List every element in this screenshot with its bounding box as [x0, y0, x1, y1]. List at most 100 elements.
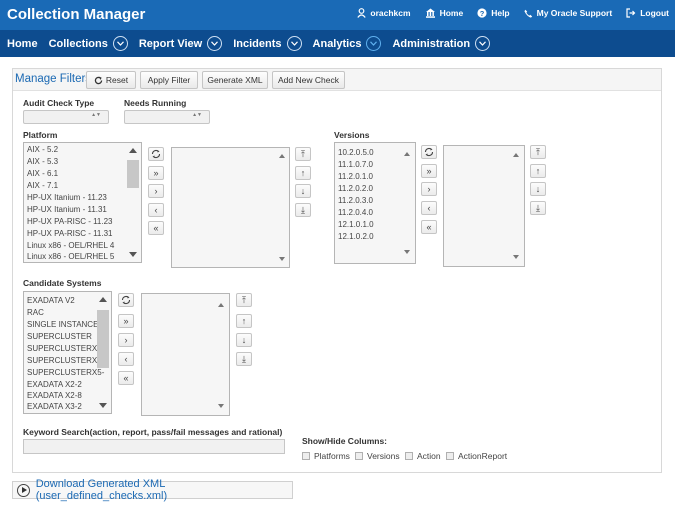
- download-xml-section[interactable]: Download Generated XML (user_defined_che…: [12, 478, 293, 502]
- list-item[interactable]: 11.2.0.1.0: [338, 172, 373, 182]
- nav-collections[interactable]: Collections: [49, 36, 128, 51]
- move-down-button[interactable]: ↓: [295, 184, 311, 198]
- keyword-search-input[interactable]: [23, 439, 285, 454]
- needs-running-select[interactable]: ▲▼: [124, 110, 210, 124]
- scroll-up-icon[interactable]: [404, 152, 410, 156]
- column-toggle-action[interactable]: Action: [405, 451, 441, 461]
- audit-check-type-select[interactable]: ▲▼: [23, 110, 109, 124]
- scroll-up-icon[interactable]: [129, 148, 137, 153]
- move-all-left-button[interactable]: «: [421, 220, 437, 234]
- scrollbar[interactable]: [96, 293, 110, 412]
- list-item[interactable]: 11.1.0.7.0: [338, 160, 373, 170]
- column-toggle-actionreport[interactable]: ActionReport: [446, 451, 507, 461]
- list-item[interactable]: SUPERCLUSTERX3-: [27, 344, 104, 354]
- nav-administration[interactable]: Administration: [392, 36, 491, 51]
- chevron-down-icon[interactable]: [366, 36, 382, 51]
- add-new-check-button[interactable]: Add New Check: [272, 71, 345, 89]
- move-top-button[interactable]: ⤒: [236, 293, 252, 307]
- checkbox[interactable]: [405, 452, 413, 460]
- move-bottom-button[interactable]: ⤓: [236, 352, 252, 366]
- move-all-left-button[interactable]: «: [148, 221, 164, 235]
- checkbox[interactable]: [446, 452, 454, 460]
- scrollbar-thumb[interactable]: [97, 310, 109, 368]
- scrollbar-thumb[interactable]: [127, 160, 139, 188]
- chevron-down-icon[interactable]: [475, 36, 491, 51]
- list-item[interactable]: Linux x86 - OEL/RHEL 5: [27, 252, 114, 262]
- generate-xml-button[interactable]: Generate XML: [202, 71, 268, 89]
- move-down-button[interactable]: ↓: [530, 182, 546, 196]
- move-right-button[interactable]: ›: [118, 333, 134, 347]
- list-item[interactable]: AIX - 5.3: [27, 157, 58, 167]
- scroll-down-icon[interactable]: [279, 257, 285, 261]
- home-link[interactable]: Home: [425, 8, 463, 18]
- list-item[interactable]: Linux x86 - OEL/RHEL 4: [27, 241, 114, 251]
- list-item[interactable]: 12.1.0.1.0: [338, 220, 374, 230]
- play-icon[interactable]: [17, 483, 30, 497]
- list-item[interactable]: SINGLE INSTANCE: [27, 320, 98, 330]
- download-xml-link[interactable]: Download Generated XML (user_defined_che…: [36, 478, 292, 502]
- list-item[interactable]: 11.2.0.4.0: [338, 208, 373, 218]
- column-toggle-versions[interactable]: Versions: [355, 451, 400, 461]
- list-item[interactable]: HP-UX Itanium - 11.31: [27, 205, 107, 215]
- move-all-right-button[interactable]: »: [421, 164, 437, 178]
- scroll-down-icon[interactable]: [218, 404, 224, 408]
- list-item[interactable]: SUPERCLUSTERX5-: [27, 368, 104, 378]
- move-up-button[interactable]: ↑: [295, 166, 311, 180]
- move-top-button[interactable]: ⤒: [295, 147, 311, 161]
- list-item[interactable]: HP-UX PA-RISC - 11.23: [27, 217, 113, 227]
- apply-filter-button[interactable]: Apply Filter: [140, 71, 198, 89]
- list-item[interactable]: EXADATA V2: [27, 296, 75, 306]
- nav-home[interactable]: Home: [7, 38, 38, 50]
- platform-available-list[interactable]: AIX - 5.2 AIX - 5.3 AIX - 6.1 AIX - 7.1 …: [23, 142, 142, 263]
- chevron-down-icon[interactable]: [286, 36, 302, 51]
- move-all-left-button[interactable]: «: [118, 371, 134, 385]
- list-item[interactable]: HP-UX PA-RISC - 11.31: [27, 229, 113, 239]
- move-up-button[interactable]: ↑: [530, 164, 546, 178]
- support-link[interactable]: My Oracle Support: [524, 8, 612, 18]
- checkbox[interactable]: [302, 452, 310, 460]
- move-right-button[interactable]: ›: [421, 182, 437, 196]
- move-all-right-button[interactable]: »: [148, 166, 164, 180]
- list-item[interactable]: EXADATA X3-2: [27, 402, 82, 412]
- list-item[interactable]: 12.1.0.2.0: [338, 232, 374, 242]
- move-left-button[interactable]: ‹: [421, 201, 437, 215]
- move-top-button[interactable]: ⤒: [530, 145, 546, 159]
- refresh-button[interactable]: [118, 293, 134, 307]
- scrollbar[interactable]: [126, 144, 140, 261]
- candidate-selected-list[interactable]: [141, 293, 230, 416]
- move-right-button[interactable]: ›: [148, 184, 164, 198]
- logout-link[interactable]: Logout: [626, 8, 669, 18]
- versions-available-list[interactable]: 10.2.0.5.0 11.1.0.7.0 11.2.0.1.0 11.2.0.…: [334, 142, 416, 264]
- list-item[interactable]: AIX - 5.2: [27, 145, 58, 155]
- scroll-down-icon[interactable]: [404, 250, 410, 254]
- move-left-button[interactable]: ‹: [148, 203, 164, 217]
- list-item[interactable]: EXADATA X2-2: [27, 380, 82, 390]
- scroll-down-icon[interactable]: [99, 403, 107, 408]
- nav-incidents[interactable]: Incidents: [233, 36, 302, 51]
- candidate-available-list[interactable]: EXADATA V2 RAC SINGLE INSTANCE SUPERCLUS…: [23, 291, 112, 414]
- checkbox[interactable]: [355, 452, 363, 460]
- refresh-button[interactable]: [421, 145, 437, 159]
- move-bottom-button[interactable]: ⤓: [530, 201, 546, 215]
- versions-selected-list[interactable]: [443, 145, 525, 267]
- refresh-button[interactable]: [148, 147, 164, 161]
- move-down-button[interactable]: ↓: [236, 333, 252, 347]
- scroll-up-icon[interactable]: [99, 297, 107, 302]
- list-item[interactable]: HP-UX Itanium - 11.23: [27, 193, 107, 203]
- help-link[interactable]: ? Help: [477, 8, 510, 18]
- scroll-up-icon[interactable]: [279, 154, 285, 158]
- list-item[interactable]: RAC: [27, 308, 44, 318]
- move-left-button[interactable]: ‹: [118, 352, 134, 366]
- scroll-up-icon[interactable]: [218, 303, 224, 307]
- nav-report-view[interactable]: Report View: [139, 36, 223, 51]
- move-all-right-button[interactable]: »: [118, 314, 134, 328]
- list-item[interactable]: 10.2.0.5.0: [338, 148, 374, 158]
- platform-selected-list[interactable]: [171, 147, 290, 268]
- move-up-button[interactable]: ↑: [236, 314, 252, 328]
- list-item[interactable]: EXADATA X2-8: [27, 391, 82, 401]
- column-toggle-platforms[interactable]: Platforms: [302, 451, 350, 461]
- list-item[interactable]: 11.2.0.3.0: [338, 196, 373, 206]
- chevron-down-icon[interactable]: [207, 36, 223, 51]
- chevron-down-icon[interactable]: [112, 36, 128, 51]
- reset-button[interactable]: Reset: [86, 71, 136, 89]
